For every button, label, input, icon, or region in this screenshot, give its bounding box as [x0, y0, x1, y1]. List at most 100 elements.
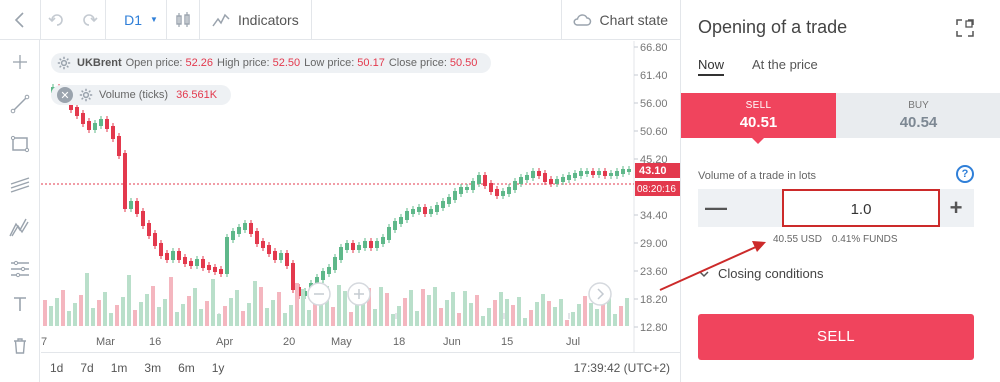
- x-tick-label: Mar: [96, 336, 115, 348]
- chart-state-label: Chart state: [599, 11, 668, 28]
- chevron-down-icon: ▼: [149, 15, 158, 24]
- period-1d[interactable]: 1d: [50, 361, 63, 375]
- tab-at-the-price[interactable]: At the price: [752, 57, 818, 72]
- volume-bar: [169, 277, 173, 326]
- period-6m[interactable]: 6m: [178, 361, 195, 375]
- sell-quote-price: 40.51: [739, 114, 778, 131]
- volume-bar: [535, 302, 539, 326]
- volume-bar: [49, 306, 53, 326]
- volume-bar: [85, 273, 89, 326]
- indicators-button[interactable]: Indicators: [200, 0, 311, 40]
- trade-panel: Opening of a trade Now At the price SELL…: [680, 0, 1000, 382]
- period-7d[interactable]: 7d: [80, 361, 93, 375]
- chart-type-button[interactable]: [167, 0, 199, 40]
- timeframe-value: D1: [124, 11, 142, 28]
- rectangle-tool[interactable]: [0, 129, 40, 159]
- cloud-icon: [573, 13, 591, 26]
- closing-conditions-toggle[interactable]: Closing conditions: [698, 266, 824, 281]
- candle: [87, 121, 91, 130]
- channel-tool[interactable]: [0, 170, 40, 200]
- candle: [519, 177, 523, 184]
- period-1m[interactable]: 1m: [111, 361, 128, 375]
- candle: [285, 253, 289, 266]
- volume-bar: [475, 295, 479, 326]
- candle: [411, 209, 415, 214]
- levels-icon: [11, 260, 29, 278]
- period-3m[interactable]: 3m: [144, 361, 161, 375]
- y-tick-label: 12.80: [640, 322, 668, 334]
- candle: [135, 201, 139, 214]
- fibonacci-tool[interactable]: [0, 212, 40, 242]
- volume-label: Volume (ticks): [99, 89, 169, 101]
- volume-bar: [277, 292, 281, 326]
- volume-bar: [55, 298, 59, 326]
- volume-bar: [61, 290, 65, 326]
- funds-percent: 0.41% FUNDS: [831, 234, 898, 245]
- price-chart[interactable]: 66.80 61.40 56.00 50.60 45.20 34.40 29.00 23.60…: [41, 41, 680, 352]
- candle: [189, 261, 193, 266]
- gear-icon[interactable]: [57, 56, 71, 70]
- redo-button[interactable]: [73, 0, 105, 40]
- volume-bar: [553, 307, 557, 326]
- funds-usd: 40.55 USD: [773, 234, 822, 245]
- levels-tool[interactable]: [0, 254, 40, 284]
- close-icon[interactable]: ✕: [57, 87, 73, 103]
- buy-quote[interactable]: BUY 40.54: [836, 93, 1000, 138]
- quantity-input[interactable]: 1.0: [782, 189, 940, 227]
- candle: [345, 243, 349, 250]
- sell-quote[interactable]: SELL 40.51: [681, 93, 836, 138]
- volume-bar: [127, 275, 131, 326]
- candle: [537, 171, 541, 176]
- period-1y[interactable]: 1y: [212, 361, 225, 375]
- volume-bar: [43, 300, 47, 326]
- volume-bar: [541, 294, 545, 326]
- candle: [579, 171, 583, 176]
- candle: [447, 197, 451, 204]
- timeframe-selector[interactable]: D1 ▼: [106, 0, 166, 40]
- volume-bar: [283, 313, 287, 326]
- scroll-right-button[interactable]: [588, 282, 612, 306]
- volume-bar: [163, 299, 167, 326]
- candlestick-icon: [176, 11, 190, 27]
- candle: [495, 189, 499, 196]
- drawing-tools: [0, 40, 40, 382]
- volume-bar: [109, 313, 113, 326]
- volume-bar: [67, 311, 71, 326]
- gear-icon[interactable]: [79, 88, 93, 102]
- volume-bar: [193, 288, 197, 326]
- candle: [363, 241, 367, 248]
- candle: [117, 136, 121, 156]
- candle: [123, 153, 127, 209]
- volume-bar: [469, 303, 473, 326]
- sell-button[interactable]: SELL: [698, 314, 974, 360]
- crosshair-tool[interactable]: [0, 47, 40, 77]
- back-button[interactable]: [0, 0, 40, 40]
- tab-now[interactable]: Now: [698, 57, 725, 76]
- volume-bar: [463, 291, 467, 326]
- x-tick-label: May: [331, 336, 352, 348]
- volume-bar: [487, 308, 491, 326]
- high-value: 52.50: [272, 57, 301, 69]
- candle: [243, 223, 247, 230]
- delete-drawings-button[interactable]: [0, 331, 40, 361]
- chart-state-button[interactable]: Chart state: [562, 0, 680, 40]
- volume-bar: [511, 305, 515, 326]
- sell-pointer: [752, 138, 764, 144]
- quantity-stepper: — 1.0 +: [698, 189, 974, 227]
- indicators-icon: [212, 13, 230, 26]
- chevron-down-icon: [699, 270, 709, 277]
- expand-icon[interactable]: [955, 18, 975, 38]
- candle: [531, 171, 535, 178]
- candle: [561, 177, 565, 182]
- period-bar: 1d 7d 1m 3m 6m 1y 17:39:42 (UTC+2): [41, 352, 680, 382]
- low-value: 50.17: [357, 57, 385, 69]
- trendline-tool[interactable]: [0, 89, 40, 119]
- volume-bar: [439, 308, 443, 326]
- decrease-button[interactable]: —: [698, 189, 734, 227]
- help-icon[interactable]: ?: [956, 165, 974, 183]
- candle: [369, 241, 373, 248]
- increase-button[interactable]: +: [938, 189, 974, 227]
- volume-bar: [199, 309, 203, 326]
- undo-button[interactable]: [41, 0, 73, 40]
- text-tool[interactable]: [0, 289, 40, 319]
